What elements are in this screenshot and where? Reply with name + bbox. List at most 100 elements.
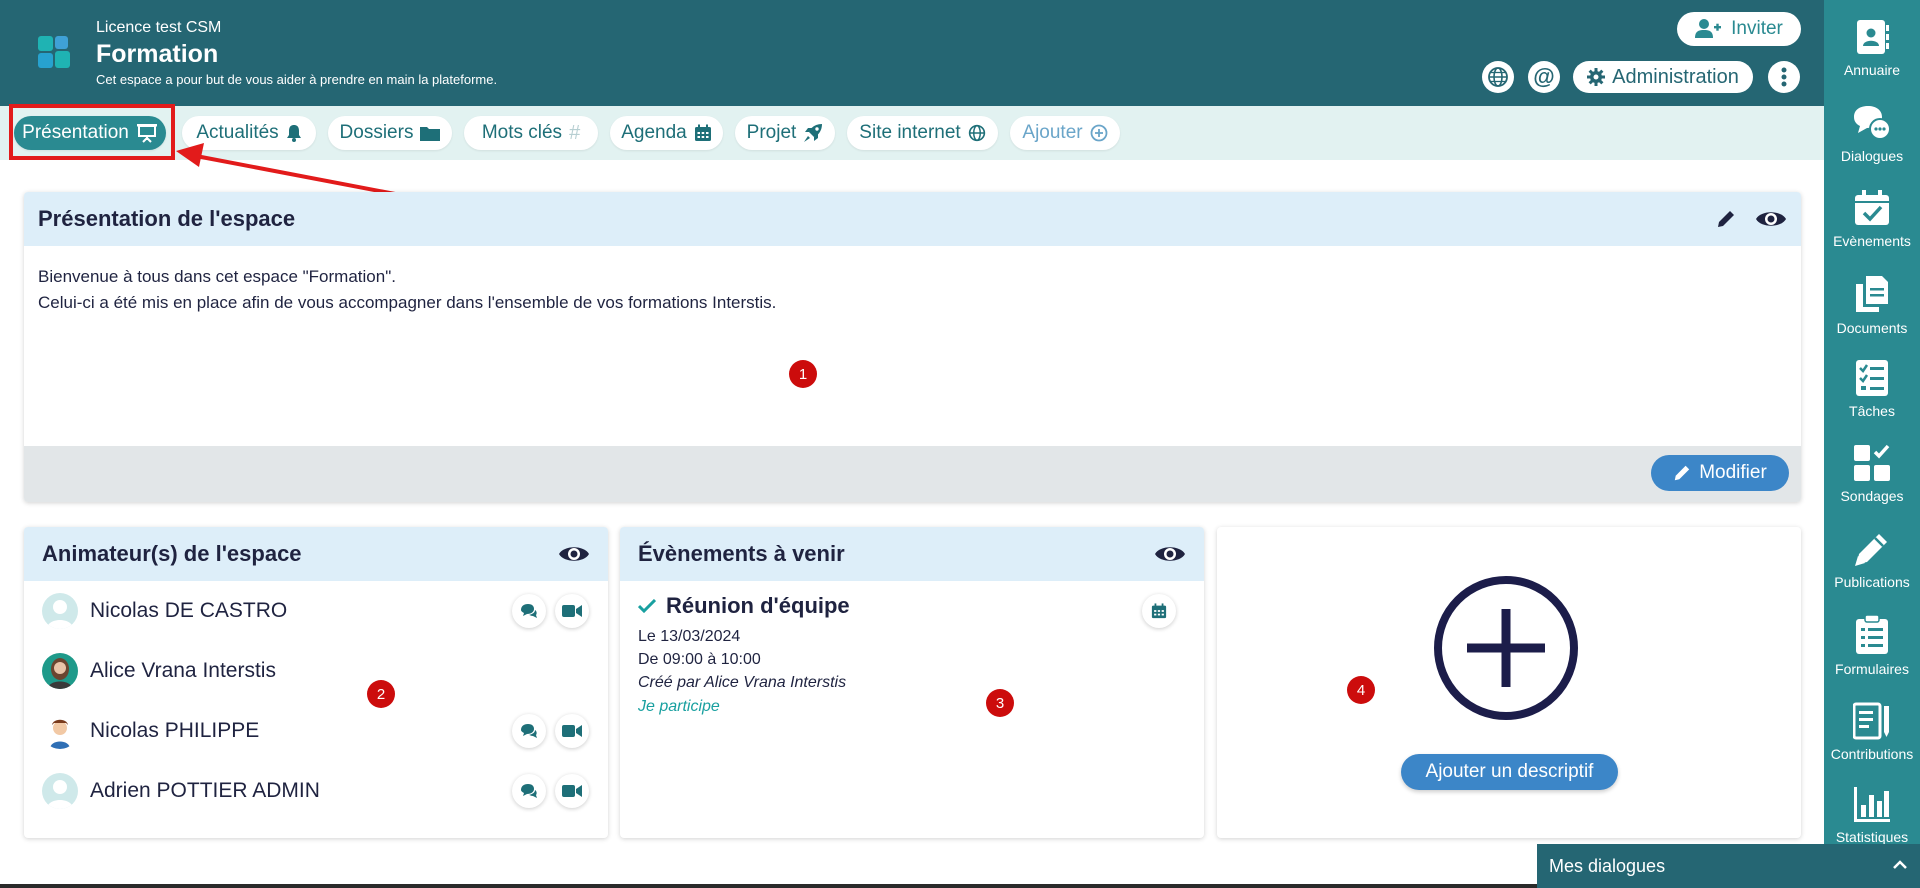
member-name: Nicolas DE CASTRO bbox=[90, 599, 288, 622]
member-name: Nicolas PHILIPPE bbox=[90, 719, 260, 742]
tab-ajouter[interactable]: Ajouter bbox=[1010, 116, 1120, 150]
my-dialogs-label: Mes dialogues bbox=[1549, 855, 1666, 876]
add-circle-icon[interactable] bbox=[1433, 575, 1579, 721]
event-title[interactable]: Réunion d'équipe bbox=[638, 593, 850, 619]
licence-label: Licence test CSM bbox=[96, 19, 222, 36]
tab-label: Agenda bbox=[621, 122, 687, 143]
video-call-button[interactable] bbox=[555, 714, 589, 748]
sidebar-label: Publications bbox=[1834, 574, 1910, 590]
tab-site-internet[interactable]: Site internet bbox=[847, 116, 998, 150]
tab-mots-cles[interactable]: Mots clés # bbox=[464, 116, 598, 150]
pencil-icon[interactable] bbox=[1716, 209, 1736, 229]
animators-card: Animateur(s) de l'espace Nicolas DE CAST… bbox=[24, 527, 608, 838]
chat-button[interactable] bbox=[512, 774, 546, 808]
invite-button[interactable]: Inviter bbox=[1677, 12, 1801, 46]
tab-agenda[interactable]: Agenda bbox=[610, 116, 723, 150]
video-camera-icon bbox=[562, 725, 582, 737]
member-name: Alice Vrana Interstis bbox=[90, 659, 276, 682]
eye-icon[interactable] bbox=[1154, 543, 1186, 565]
chevron-up-icon bbox=[1893, 860, 1907, 869]
step-badge: 3 bbox=[986, 689, 1014, 717]
avatar bbox=[42, 653, 78, 689]
participate-link[interactable]: Je participe bbox=[638, 698, 720, 716]
tab-actualites[interactable]: Actualités bbox=[182, 116, 316, 150]
avatar bbox=[42, 713, 78, 749]
task-list-icon bbox=[1856, 360, 1888, 396]
event-creator: Créé par Alice Vrana Interstis bbox=[638, 674, 847, 691]
presentation-card-header: Présentation de l'espace bbox=[24, 192, 1801, 246]
member-row[interactable]: Nicolas DE CASTRO bbox=[42, 591, 287, 631]
sidebar-label: Dialogues bbox=[1840, 148, 1904, 164]
sidebar-label: Statistiques bbox=[1835, 829, 1909, 845]
sidebar-item-publications[interactable]: Publications bbox=[1824, 512, 1920, 596]
chat-button[interactable] bbox=[512, 594, 546, 628]
bottom-divider bbox=[0, 884, 1537, 888]
email-button[interactable]: @ bbox=[1528, 61, 1560, 93]
invite-label: Inviter bbox=[1731, 18, 1783, 39]
presentation-footer: Modifier bbox=[24, 446, 1801, 502]
tab-label: Ajouter bbox=[1022, 122, 1083, 143]
events-card-header: Évènements à venir bbox=[620, 527, 1204, 581]
sidebar-label: Tâches bbox=[1849, 403, 1895, 419]
step-badge: 1 bbox=[789, 360, 817, 388]
event-title-label: Réunion d'équipe bbox=[666, 593, 850, 618]
member-row[interactable]: Nicolas PHILIPPE bbox=[42, 711, 259, 751]
my-dialogs-bar[interactable]: Mes dialogues bbox=[1537, 844, 1920, 888]
documents-icon bbox=[1856, 276, 1888, 312]
animators-card-header: Animateur(s) de l'espace bbox=[24, 527, 608, 581]
plus-circle-icon bbox=[1090, 124, 1107, 142]
pen-icon bbox=[1855, 534, 1887, 566]
sidebar-item-formulaires[interactable]: Formulaires bbox=[1824, 597, 1920, 681]
tab-label: Actualités bbox=[196, 122, 279, 143]
step-badge: 4 bbox=[1347, 676, 1375, 704]
tab-dossiers[interactable]: Dossiers bbox=[328, 116, 452, 150]
sidebar-item-annuaire[interactable]: Annuaire bbox=[1824, 0, 1920, 84]
sidebar-item-dialogues[interactable]: Dialogues bbox=[1824, 86, 1920, 170]
form-icon bbox=[1856, 615, 1888, 654]
video-camera-icon bbox=[562, 605, 582, 617]
check-icon bbox=[638, 599, 656, 613]
gear-icon bbox=[1587, 68, 1606, 86]
at-sign-icon: @ bbox=[1533, 64, 1555, 89]
folder-icon bbox=[420, 127, 441, 141]
modify-label: Modifier bbox=[1699, 462, 1767, 483]
eye-icon[interactable] bbox=[558, 543, 590, 565]
chat-bubbles-icon bbox=[1854, 106, 1891, 140]
sidebar-item-evenements[interactable]: Evènements bbox=[1824, 171, 1920, 255]
sidebar-item-documents[interactable]: Documents bbox=[1824, 256, 1920, 340]
event-date: Le 13/03/2024 bbox=[638, 628, 741, 645]
add-description-button[interactable]: Ajouter un descriptif bbox=[1401, 754, 1618, 790]
member-row[interactable]: Adrien POTTIER ADMIN bbox=[42, 771, 320, 811]
member-name: Adrien POTTIER ADMIN bbox=[90, 779, 320, 802]
sidebar-item-contributions[interactable]: Contributions bbox=[1824, 682, 1920, 766]
sidebar-item-taches[interactable]: Tâches bbox=[1824, 341, 1920, 425]
presentation-title: Présentation de l'espace bbox=[38, 206, 296, 231]
video-call-button[interactable] bbox=[555, 774, 589, 808]
rocket-icon bbox=[804, 124, 823, 142]
chat-icon bbox=[521, 784, 537, 798]
presentation-card: Présentation de l'espace Bienvenue à tou… bbox=[24, 192, 1801, 502]
chat-icon bbox=[521, 604, 537, 618]
modify-button[interactable]: Modifier bbox=[1651, 455, 1789, 491]
video-call-button[interactable] bbox=[555, 594, 589, 628]
pencil-icon bbox=[1675, 465, 1690, 481]
calendar-icon bbox=[1151, 603, 1167, 619]
tab-projet[interactable]: Projet bbox=[735, 116, 835, 150]
sidebar-item-statistiques[interactable]: Statistiques bbox=[1824, 767, 1920, 851]
administration-button[interactable]: Administration bbox=[1573, 61, 1753, 93]
sidebar-item-sondages[interactable]: Sondages bbox=[1824, 426, 1920, 510]
globe-button[interactable] bbox=[1482, 61, 1514, 93]
bell-icon bbox=[286, 125, 301, 142]
globe-icon bbox=[1488, 67, 1508, 87]
more-options-button[interactable] bbox=[1768, 61, 1800, 93]
events-card: Évènements à venir Réunion d'équipe Le 1… bbox=[620, 527, 1204, 838]
member-row[interactable]: Alice Vrana Interstis bbox=[42, 651, 276, 691]
add-to-calendar-button[interactable] bbox=[1142, 594, 1176, 628]
animators-title: Animateur(s) de l'espace bbox=[42, 541, 302, 566]
calendar-check-icon bbox=[1855, 190, 1889, 225]
calendar-icon bbox=[694, 124, 711, 141]
space-tabs: Présentation Actualités Dossiers Mots cl… bbox=[0, 106, 1824, 160]
user-plus-icon bbox=[1695, 19, 1722, 38]
eye-icon[interactable] bbox=[1755, 208, 1787, 230]
chat-button[interactable] bbox=[512, 714, 546, 748]
